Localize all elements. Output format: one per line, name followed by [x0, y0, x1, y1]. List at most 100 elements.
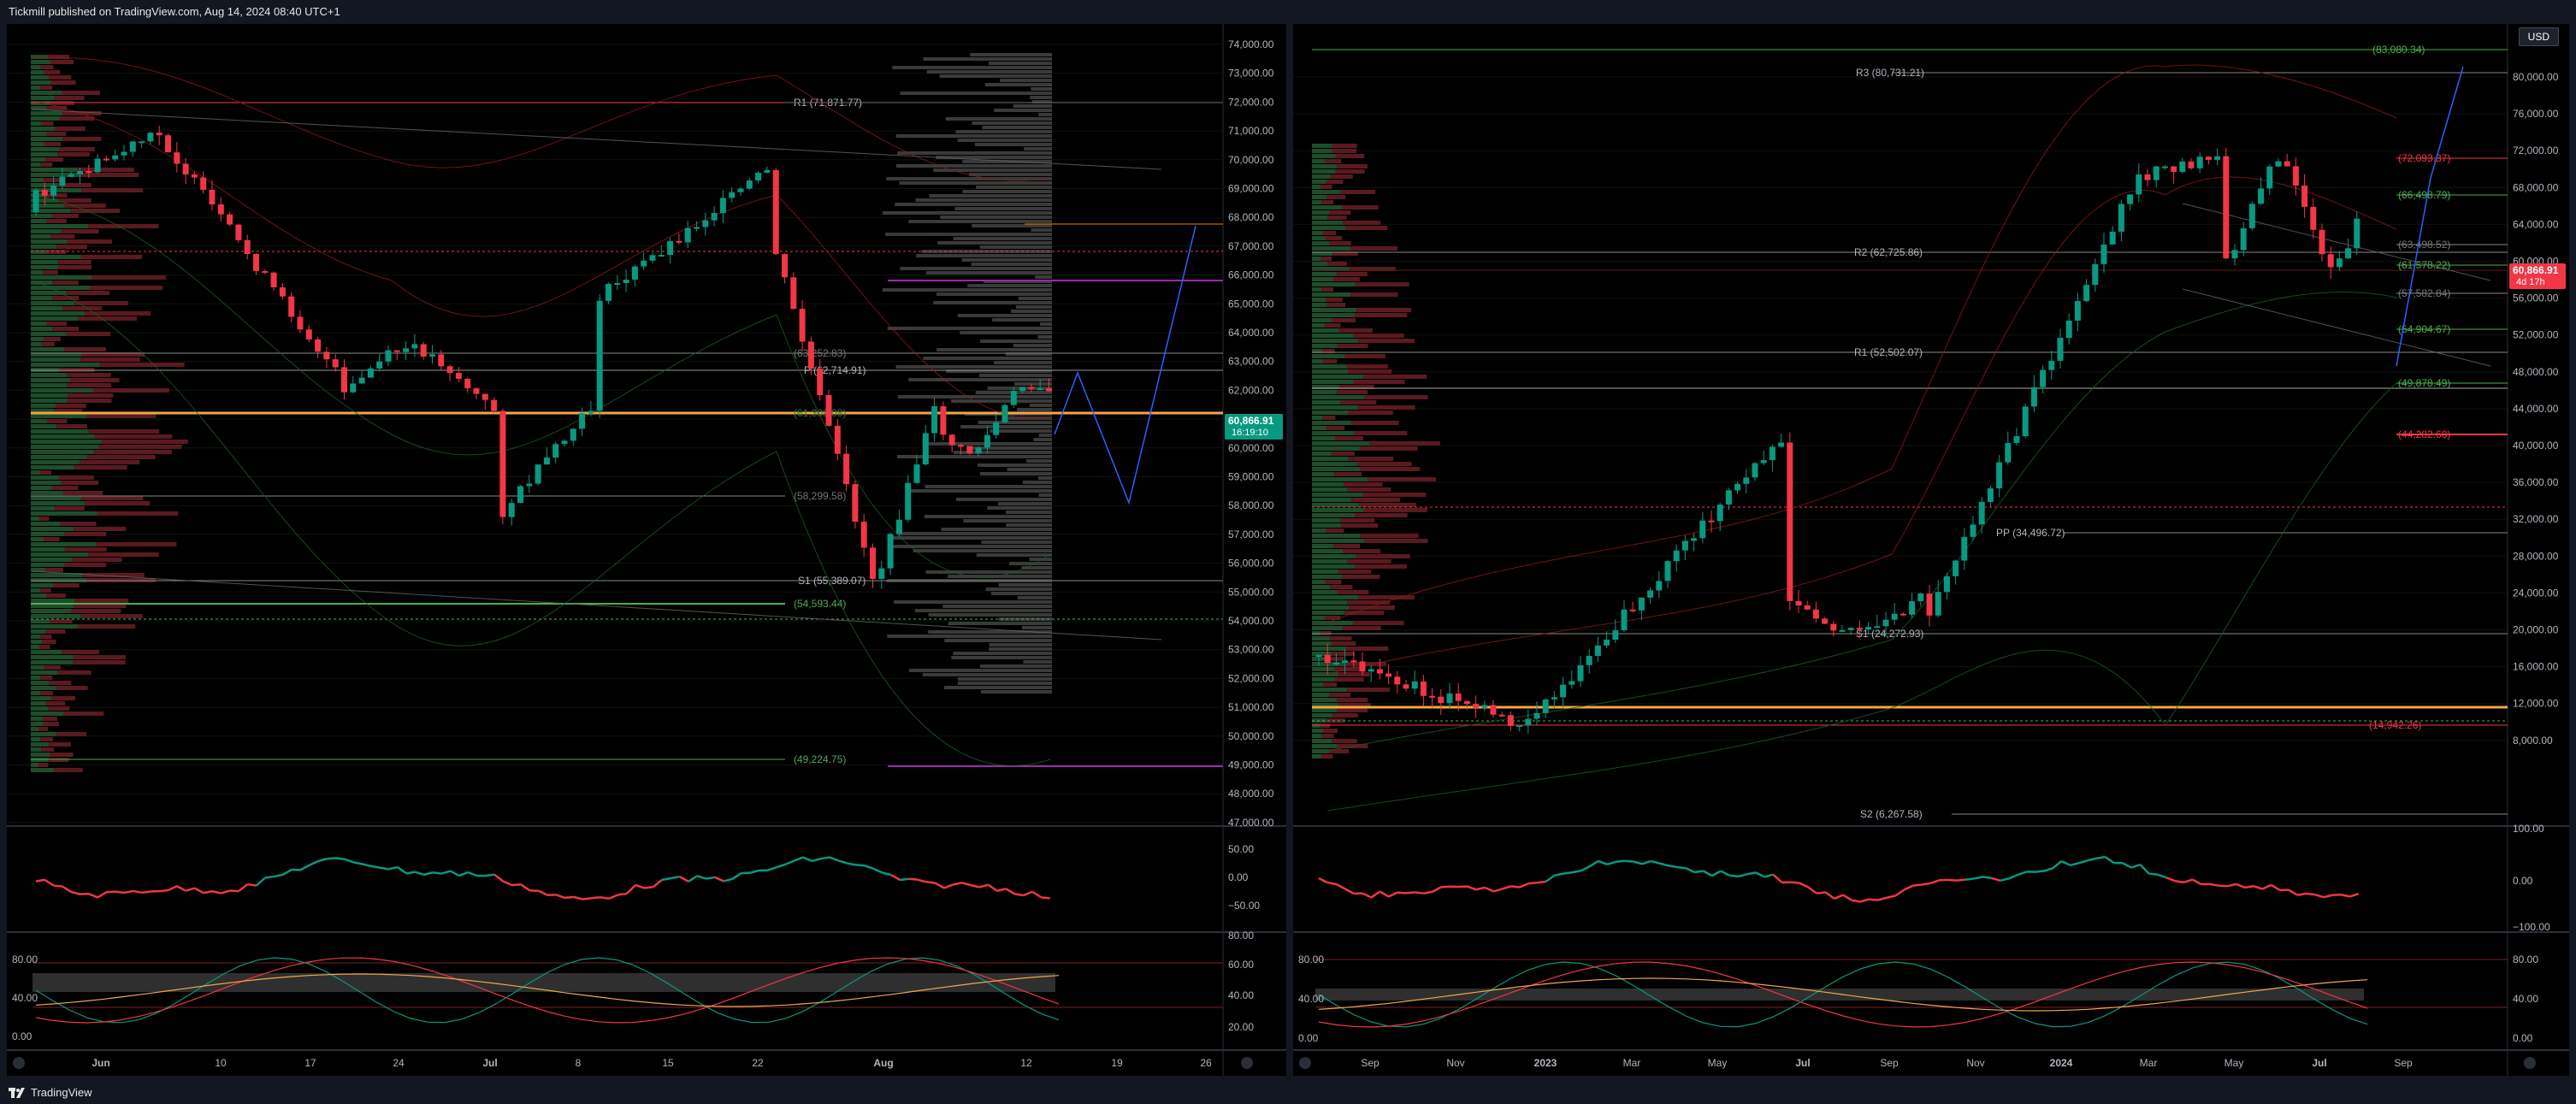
candle-body: [984, 434, 990, 448]
volume-profile-bar: [61, 481, 98, 485]
volume-profile-gray-bar: [897, 151, 1052, 155]
v5-label: (49,224.75): [794, 753, 846, 765]
oscillator-segment: [229, 889, 239, 893]
volume-profile-bar: [56, 404, 86, 408]
candle-body: [1385, 673, 1392, 677]
time-axis-label: Nov: [1966, 1057, 1984, 1069]
volume-profile-gray-bar: [900, 267, 1052, 270]
volume-profile-gray-bar: [925, 570, 1052, 574]
volume-profile-bar: [1312, 323, 1326, 328]
volume-profile-bar: [1312, 241, 1330, 245]
volume-profile-gray-bar: [989, 647, 1052, 651]
oscillator-segment: [379, 866, 389, 871]
red1-label: (72,093.37): [2398, 152, 2450, 164]
volume-profile-bar: [31, 434, 95, 439]
volume-profile-bar: [1332, 713, 1358, 717]
candle-body: [2301, 186, 2308, 207]
volume-profile-gray-bar: [945, 117, 1052, 121]
candle-body: [174, 152, 180, 164]
brand-label: TradingView: [31, 1086, 92, 1099]
volume-profile-bar: [1363, 375, 1427, 379]
volume-profile-gray-bar: [957, 677, 1052, 681]
volume-profile-bar: [31, 737, 41, 741]
volume-profile-bar: [86, 414, 157, 418]
candle-body: [2266, 166, 2273, 189]
volume-profile-bar: [31, 332, 67, 336]
price-tick-label: 20,000.00: [2513, 624, 2559, 636]
volume-profile-bar: [54, 768, 83, 772]
candle-body: [570, 428, 576, 441]
oscillator-segment: [2219, 884, 2228, 888]
volume-profile-bar: [1321, 734, 1334, 738]
volume-profile-gray-bar: [1038, 493, 1052, 497]
candle-body: [86, 171, 92, 174]
oscillator-segment: [900, 877, 909, 882]
volume-profile-bar: [1312, 292, 1351, 297]
tradingview-logo[interactable]: TradingView: [9, 1086, 92, 1099]
time-axis-label: May: [2224, 1057, 2244, 1069]
volume-profile-bar: [1312, 467, 1361, 471]
panel-divider[interactable]: [1286, 24, 1293, 1076]
volume-profile-bar: [73, 660, 126, 664]
volume-profile-bar: [31, 696, 51, 700]
oscillator-segment: [1729, 874, 1739, 878]
volume-profile-bar: [1330, 585, 1353, 589]
volume-profile-gray-bar: [944, 686, 1052, 689]
volume-profile-gray-bar: [956, 498, 1052, 501]
volume-profile-bar: [1332, 739, 1357, 743]
volume-profile-bar: [1312, 380, 1354, 384]
volume-profile-bar: [1312, 144, 1332, 148]
price-tick-label: 62,000.00: [1228, 384, 1274, 396]
oscillator-segment: [106, 890, 115, 894]
volume-profile-bar: [1312, 564, 1355, 569]
volume-profile-gray-bar: [963, 519, 1052, 522]
right-chart-panel[interactable]: 80,000.00 76,000.00 72,000.00 68,000.00 64,0…: [1293, 24, 2569, 1076]
currency-select[interactable]: USD: [2518, 27, 2559, 46]
volume-profile-bar: [62, 306, 103, 310]
volume-profile-bar: [1312, 400, 1341, 404]
candle-body: [1446, 693, 1453, 704]
volume-profile-bar: [31, 609, 72, 613]
candle-body: [931, 406, 938, 434]
oscillator-segment: [2244, 885, 2254, 889]
volume-profile-bar: [1312, 523, 1342, 528]
candle-body: [1865, 627, 1872, 630]
volume-profile-bar: [31, 286, 91, 290]
volume-profile-gray-bar: [1007, 468, 1052, 471]
volume-profile-bar: [31, 676, 41, 680]
volume-profile-gray-bar: [979, 245, 1052, 249]
candle-body: [438, 354, 445, 367]
candle-body: [1961, 536, 1968, 561]
volume-profile-gray-bar: [969, 446, 1052, 450]
volume-profile-bar: [92, 275, 166, 280]
oscillator2-tick-label: 60.00: [1228, 959, 1254, 971]
candle-body: [1019, 387, 1026, 392]
price-tick-label: 28,000.00: [2513, 550, 2559, 562]
candle-body: [1498, 714, 1505, 717]
candle-body: [1681, 540, 1688, 551]
oscillator2-left-tick-label: 80.00: [12, 953, 38, 965]
candle-body: [1569, 681, 1575, 685]
left-chart-panel[interactable]: 74,000.00 73,000.00 72,000.00 71,000.00 70,0…: [7, 24, 1286, 1076]
candle-body: [2205, 156, 2212, 160]
candle-body: [1900, 613, 1906, 616]
candle-body: [262, 271, 269, 274]
volume-profile-gray-bar: [955, 130, 1052, 133]
volume-profile-bar: [1312, 534, 1361, 538]
volume-profile-gray-bar: [962, 190, 1052, 193]
candle-body: [1359, 661, 1366, 672]
volume-profile-bar: [1353, 334, 1404, 338]
time-axis-label: Jul: [1795, 1057, 1810, 1069]
v2-label: (61,309.08): [794, 407, 846, 419]
volume-profile-gray-bar: [980, 339, 1052, 343]
volume-profile-bar: [31, 614, 81, 618]
oscillator-segment: [1406, 891, 1415, 894]
candle-body: [2040, 369, 2047, 387]
candle-body: [2127, 194, 2134, 204]
candle-body: [895, 519, 902, 534]
candle-body: [2144, 174, 2151, 180]
volume-profile-bar: [1312, 744, 1338, 748]
volume-profile-bar: [1360, 534, 1419, 538]
price-tick-label: 80,000.00: [2513, 71, 2559, 83]
volume-profile-bar: [1344, 354, 1385, 358]
